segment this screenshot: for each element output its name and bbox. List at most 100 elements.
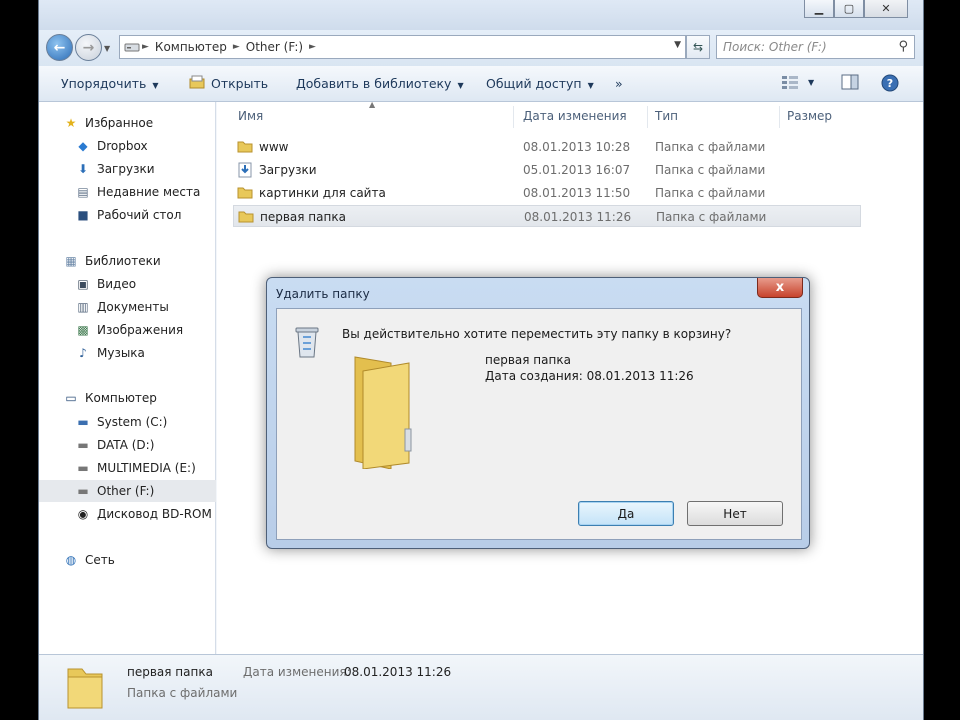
dialog-question: Вы действительно хотите переместить эту … [342, 327, 732, 341]
file-type: Папка с файлами [655, 163, 766, 177]
open-button[interactable]: Открыть [211, 76, 268, 91]
share-label: Общий доступ [486, 76, 582, 91]
close-window-button[interactable]: ✕ [864, 0, 908, 18]
computer-icon: ▭ [65, 391, 77, 405]
windows-drive-icon: ▬ [77, 415, 89, 429]
forward-button[interactable]: → [75, 34, 102, 61]
add-to-library-button[interactable]: Добавить в библиотеку ▼ [296, 76, 464, 91]
yes-button[interactable]: Да [578, 501, 674, 526]
nav-label: DATA (D:) [97, 438, 155, 452]
folder-icon [237, 187, 253, 199]
column-separator[interactable] [513, 106, 514, 128]
search-icon[interactable]: ⚲ [898, 39, 908, 54]
table-row[interactable]: картинки для сайта 08.01.2013 11:50 Папк… [233, 182, 861, 204]
nav-network[interactable]: ◍ Сеть [63, 549, 240, 571]
refresh-button[interactable]: ⇆ [686, 35, 710, 59]
sort-ascending-icon: ▲ [369, 100, 376, 109]
table-row[interactable]: Загрузки 05.01.2013 16:07 Папка с файлам… [233, 159, 861, 181]
nav-label: MULTIMEDIA (E:) [97, 461, 196, 475]
column-separator[interactable] [647, 106, 648, 128]
dialog-item-created: Дата создания: 08.01.2013 11:26 [485, 369, 694, 383]
folder-icon [67, 668, 103, 709]
maximize-button[interactable]: ▢ [834, 0, 864, 18]
minimize-button[interactable]: ▁ [804, 0, 834, 18]
file-modified: 08.01.2013 11:50 [523, 186, 631, 200]
dropbox-icon: ◆ [78, 139, 88, 153]
column-header-size[interactable]: Размер [787, 109, 832, 123]
dialog-body: Вы действительно хотите переместить эту … [276, 308, 802, 540]
file-type: Папка с файлами [655, 186, 766, 200]
navigation-bar: ← → ▼ ► Компьютер ► Other (F:) ► ▼ ⇆ Пои… [39, 30, 923, 66]
nav-label: Документы [97, 300, 169, 314]
nav-label: Dropbox [97, 139, 148, 153]
nav-label: Рабочий стол [97, 208, 182, 222]
nav-favorites[interactable]: ★ Избранное [63, 112, 240, 134]
recycle-bin-icon [295, 327, 319, 358]
minimize-icon: ▁ [814, 2, 824, 15]
download-folder-icon [238, 162, 252, 178]
details-type: Папка с файлами [127, 686, 238, 700]
window-controls: ▁ ▢ ✕ [804, 0, 908, 18]
pictures-icon: ▩ [77, 323, 89, 337]
view-dropdown-icon[interactable]: ▼ [808, 78, 814, 87]
maximize-icon: ▢ [843, 2, 855, 15]
delete-folder-dialog: Удалить папку x Вы действительно хотите … [266, 277, 810, 549]
network-icon: ◍ [65, 553, 77, 567]
preview-pane-icon[interactable] [841, 74, 859, 90]
file-modified: 08.01.2013 10:28 [523, 140, 631, 154]
column-header-modified[interactable]: Дата изменения [523, 109, 627, 123]
drive-icon [124, 43, 140, 52]
chevron-down-icon: ▼ [152, 81, 159, 90]
documents-icon: ▥ [77, 300, 89, 314]
details-modified-label: Дата изменения: [243, 665, 351, 679]
nav-label: Изображения [97, 323, 184, 337]
search-input[interactable]: Поиск: Other (F:) ⚲ [716, 35, 915, 59]
back-button[interactable]: ← [46, 34, 73, 61]
no-button[interactable]: Нет [687, 501, 783, 526]
nav-label: Сеть [85, 553, 115, 567]
folder-icon [237, 141, 253, 153]
nav-label: Избранное [85, 116, 154, 130]
nav-computer[interactable]: ▭ Компьютер [63, 387, 240, 409]
chevron-down-icon: ▼ [457, 81, 464, 90]
add-to-library-label: Добавить в библиотеку [296, 76, 452, 91]
nav-label: Other (F:) [97, 484, 155, 498]
organize-label: Упорядочить [61, 76, 147, 91]
star-icon: ★ [65, 116, 77, 130]
nav-libraries[interactable]: ▦ Библиотеки [63, 250, 240, 272]
address-dropdown-icon[interactable]: ▼ [674, 40, 681, 50]
dialog-close-button[interactable]: x [757, 278, 803, 298]
view-options-icon[interactable] [781, 74, 799, 90]
file-modified: 08.01.2013 11:26 [524, 210, 632, 224]
nav-label: System (C:) [97, 415, 168, 429]
breadcrumb-computer[interactable]: Компьютер [155, 40, 227, 54]
open-icon [189, 75, 205, 89]
download-folder-icon: ⬇ [77, 162, 89, 176]
file-modified: 05.01.2013 16:07 [523, 163, 631, 177]
desktop-icon: ■ [77, 208, 89, 222]
table-row-selected[interactable]: первая папка 08.01.2013 11:26 Папка с фа… [233, 205, 861, 227]
recent-pages-dropdown[interactable]: ▼ [104, 44, 110, 53]
address-bar[interactable]: ► Компьютер ► Other (F:) ► ▼ [119, 35, 686, 59]
nav-label: Загрузки [97, 162, 155, 176]
arrow-left-icon: ← [53, 39, 66, 56]
drive-icon: ▬ [77, 438, 89, 452]
close-icon: ✕ [881, 2, 891, 15]
breadcrumb-separator: ► [309, 42, 316, 52]
table-row[interactable]: www 08.01.2013 10:28 Папка с файлами [233, 136, 861, 158]
nav-label: Видео [97, 277, 137, 291]
help-icon[interactable]: ? [881, 74, 899, 92]
organize-button[interactable]: Упорядочить ▼ [61, 76, 159, 91]
more-commands-button[interactable]: » [615, 76, 623, 91]
share-button[interactable]: Общий доступ ▼ [486, 76, 594, 91]
file-name: картинки для сайта [259, 186, 386, 200]
column-header-type[interactable]: Тип [655, 109, 678, 123]
details-pane: первая папка Дата изменения: 08.01.2013 … [39, 654, 923, 720]
column-header-name[interactable]: Имя [238, 109, 263, 123]
nav-label: Недавние места [97, 185, 201, 199]
folder-icon [238, 211, 254, 223]
column-separator[interactable] [779, 106, 780, 128]
optical-drive-icon: ◉ [77, 507, 89, 521]
nav-item-drive-f[interactable]: ▬ Other (F:) [39, 480, 216, 502]
breadcrumb-drive-f[interactable]: Other (F:) [246, 40, 303, 54]
